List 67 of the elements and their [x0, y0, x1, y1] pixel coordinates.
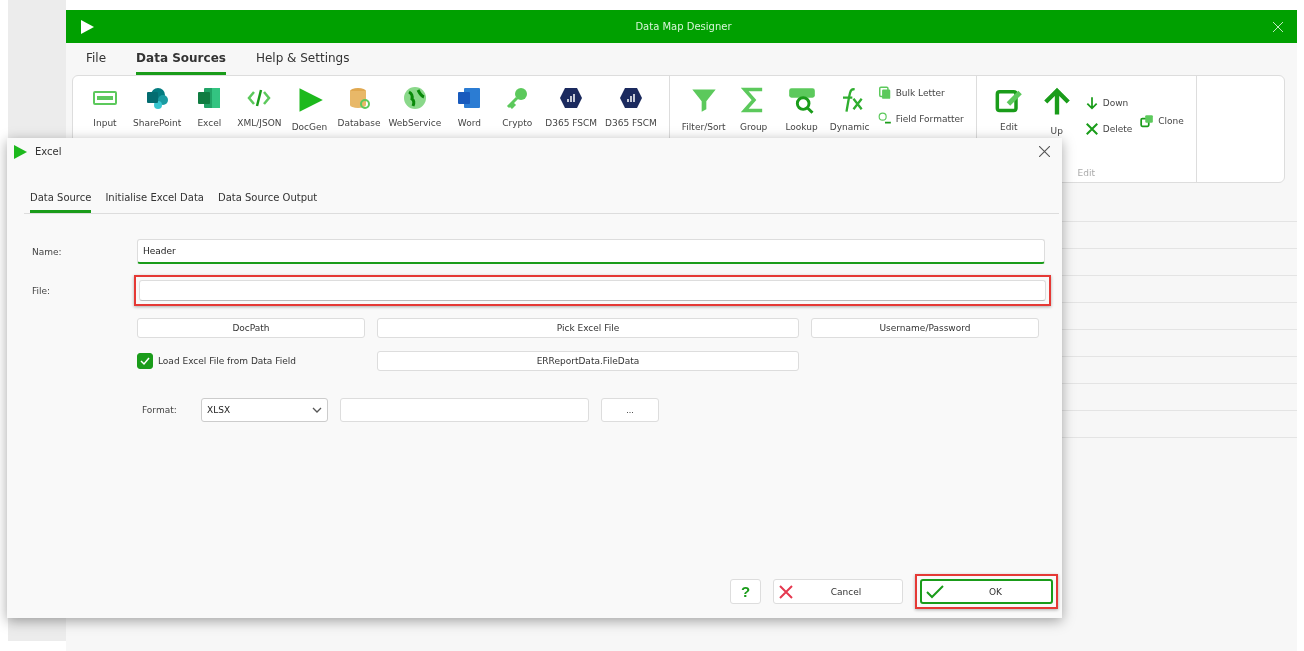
menu-tab[interactable]: Help & Settings — [255, 51, 350, 75]
ok-button[interactable]: OK — [920, 579, 1053, 604]
hexagon-chart-icon — [559, 86, 584, 110]
ribbon-button[interactable]: Dynamic — [829, 86, 870, 132]
format-dropdown[interactable]: XLSX — [201, 398, 328, 422]
ribbon-button[interactable]: Input — [85, 86, 125, 128]
dialog-title: Excel — [35, 146, 62, 157]
ribbon-button[interactable]: Edit — [988, 86, 1029, 132]
check-icon — [140, 356, 150, 366]
tab[interactable]: Data Source Output — [217, 185, 318, 213]
document-icon — [457, 86, 482, 110]
pages-icon — [877, 86, 892, 100]
play-icon — [80, 19, 94, 34]
ribbon-button[interactable]: DocGen — [289, 86, 330, 132]
tab[interactable]: Initialise Excel Data — [105, 185, 204, 213]
path-button[interactable]: Username/Password — [811, 318, 1039, 338]
ribbon-button[interactable]: SharePoint — [133, 86, 182, 128]
check-icon — [926, 584, 944, 599]
arrow-down-icon — [1084, 96, 1099, 110]
close-button[interactable] — [1039, 146, 1050, 157]
close-icon[interactable] — [1273, 21, 1283, 32]
ribbon-button[interactable]: Database — [337, 86, 381, 128]
ribbon-button[interactable]: Down — [1084, 96, 1133, 110]
ribbon-button[interactable]: Excel — [189, 86, 230, 128]
magnifier-chart-icon — [786, 86, 817, 114]
ribbon-button[interactable]: Word — [449, 86, 490, 128]
cross-icon — [1084, 122, 1099, 136]
ribbon-button[interactable]: Bulk Letter — [877, 86, 964, 100]
path-button[interactable]: Pick Excel File — [377, 318, 799, 338]
ribbon-button[interactable]: Delete — [1084, 122, 1133, 136]
checkbox-label: Load Excel File from Data Field — [158, 356, 297, 366]
ribbon-button[interactable]: D365 FSCM — [545, 86, 598, 128]
field-label: Format: — [142, 405, 178, 415]
ribbon-button[interactable]: Filter/Sort — [681, 86, 726, 132]
cancel-button[interactable]: Cancel — [773, 579, 903, 604]
ribbon-button[interactable]: Crypto — [497, 86, 538, 128]
chevron-down-icon — [312, 407, 322, 413]
menu-tab[interactable]: File — [86, 51, 107, 75]
field-label: File: — [32, 285, 52, 296]
clone-icon — [1140, 114, 1155, 128]
text-field[interactable] — [340, 398, 589, 422]
window-title: Data Map Designer — [634, 21, 733, 32]
hexagon-chart-icon — [618, 86, 643, 110]
key-icon — [505, 86, 530, 110]
spreadsheet-icon — [197, 86, 222, 110]
play-icon — [13, 144, 27, 159]
arrow-up-icon — [1041, 86, 1072, 118]
sharepoint-icon — [145, 86, 170, 110]
path-button[interactable]: DocPath — [137, 318, 365, 338]
ribbon-button[interactable]: WebService — [388, 86, 442, 128]
help-button[interactable]: ? — [730, 579, 761, 604]
tab[interactable]: Data Source — [30, 185, 92, 213]
globe-icon — [402, 86, 427, 110]
name-field[interactable]: Header — [137, 239, 1045, 264]
ribbon-button[interactable]: D365 FSCM — [605, 86, 657, 128]
ribbon-button[interactable]: Group — [733, 86, 774, 132]
checkbox[interactable] — [137, 353, 153, 369]
browse-button[interactable]: ... — [601, 398, 659, 422]
ribbon-button[interactable]: XML/JSON — [237, 86, 282, 128]
ribbon-button[interactable]: Up — [1036, 86, 1077, 136]
cross-icon — [778, 583, 794, 600]
ribbon-button[interactable]: Clone — [1140, 114, 1184, 128]
data-field-button[interactable]: ERReportData.FileData — [377, 351, 799, 371]
field-label: Name: — [32, 246, 63, 257]
group-caption: Edit — [1076, 168, 1096, 178]
ribbon-button[interactable]: Field Formatter — [877, 112, 964, 126]
ribbon-button[interactable]: Lookup — [781, 86, 822, 132]
